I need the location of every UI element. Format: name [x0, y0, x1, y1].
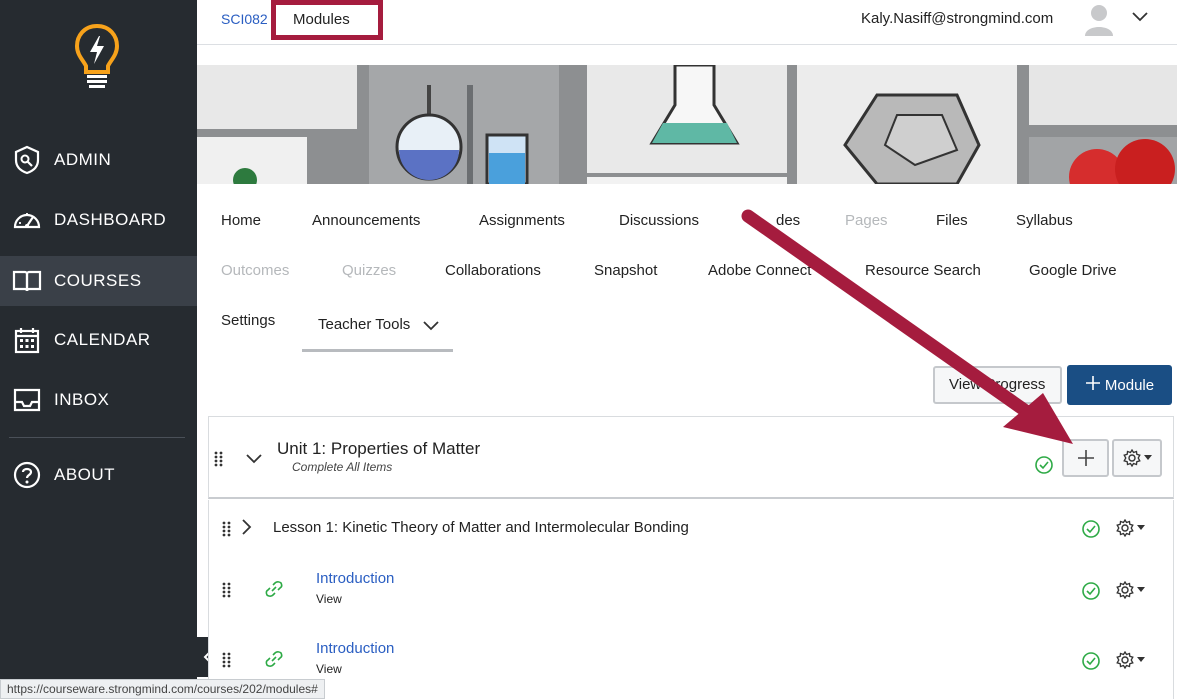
chevron-down-icon[interactable] [245, 452, 263, 470]
breadcrumb-current: Modules [293, 11, 350, 28]
inbox-icon [12, 385, 42, 415]
sidebar-divider [9, 437, 185, 438]
check-circle-icon [1081, 581, 1101, 601]
sidebar-item-label: INBOX [54, 390, 110, 409]
book-icon [12, 266, 42, 296]
breadcrumb-course-link[interactable]: SCI082 [221, 11, 268, 27]
link-icon [265, 580, 283, 603]
check-circle-icon [1081, 651, 1101, 671]
user-email[interactable]: Kaly.Nasiff@strongmind.com [861, 10, 1053, 27]
tab-files[interactable]: Files [936, 212, 968, 229]
course-banner-image [197, 65, 1177, 184]
sidebar-item-label: CALENDAR [54, 330, 151, 349]
app-root: ADMIN DASHBOARD COURSES CALENDAR INBOX A… [0, 0, 1177, 699]
lightbulb-logo-icon[interactable] [72, 22, 122, 92]
module-title[interactable]: Unit 1: Properties of Matter [277, 439, 480, 459]
breadcrumb-current-highlighted[interactable]: Modules [271, 0, 383, 40]
sidebar-item-admin[interactable]: ADMIN [0, 135, 197, 185]
sidebar-item-label: ADMIN [54, 150, 112, 169]
add-item-button[interactable] [1062, 439, 1109, 477]
sidebar-item-calendar[interactable]: CALENDAR [0, 315, 197, 365]
caret-down-icon [1137, 657, 1145, 662]
sidebar-item-about[interactable]: ABOUT [0, 450, 197, 500]
add-module-label: Module [1104, 376, 1155, 394]
sidebar-item-inbox[interactable]: INBOX [0, 375, 197, 425]
global-nav-sidebar: ADMIN DASHBOARD COURSES CALENDAR INBOX A… [0, 0, 197, 699]
tab-teacher-tools[interactable]: Teacher Tools [318, 316, 410, 333]
item-settings-menu[interactable] [1116, 517, 1150, 539]
help-icon [12, 460, 42, 490]
tab-adobe-connect[interactable]: Adobe Connect [708, 262, 811, 279]
item-requirement: View [316, 592, 342, 606]
check-circle-icon [1034, 455, 1054, 475]
drag-handle-icon[interactable] [222, 582, 232, 598]
tab-pages[interactable]: Pages [845, 212, 888, 229]
chevron-right-icon[interactable] [241, 518, 253, 541]
gear-icon [1116, 651, 1134, 669]
drag-handle-icon[interactable] [222, 521, 232, 537]
top-bar: SCI082 Modules Kaly.Nasiff@strongmind.co… [197, 0, 1177, 45]
item-title[interactable]: Lesson 1: Kinetic Theory of Matter and I… [273, 519, 689, 536]
tab-quizzes[interactable]: Quizzes [342, 262, 396, 279]
drag-handle-icon[interactable] [214, 451, 224, 467]
speedometer-icon [12, 205, 42, 235]
calendar-icon [12, 325, 42, 355]
tab-google-drive[interactable]: Google Drive [1029, 262, 1117, 279]
gear-icon [1122, 449, 1141, 467]
module-settings-button[interactable] [1112, 439, 1162, 477]
add-module-button[interactable]: Module [1067, 365, 1172, 405]
tab-resource-search[interactable]: Resource Search [865, 262, 981, 279]
caret-down-icon [1137, 525, 1145, 530]
tab-snapshot[interactable]: Snapshot [594, 262, 657, 279]
item-settings-menu[interactable] [1116, 649, 1150, 671]
item-settings-menu[interactable] [1116, 579, 1150, 601]
tab-collaborations[interactable]: Collaborations [445, 262, 541, 279]
tab-syllabus[interactable]: Syllabus [1016, 212, 1073, 229]
link-icon [265, 650, 283, 673]
tab-announcements[interactable]: Announcements [312, 212, 420, 229]
caret-down-icon [1143, 455, 1152, 460]
drag-handle-icon[interactable] [222, 652, 232, 668]
caret-down-icon [1137, 587, 1145, 592]
admin-shield-icon [12, 145, 42, 175]
check-circle-icon [1081, 519, 1101, 539]
tab-settings[interactable]: Settings [221, 312, 275, 329]
tab-grades[interactable]: des [776, 212, 800, 229]
chevron-down-icon[interactable] [1131, 10, 1149, 24]
sidebar-item-dashboard[interactable]: DASHBOARD [0, 195, 197, 245]
tab-active-underline [302, 349, 453, 352]
module-requirement: Complete All Items [292, 460, 393, 474]
view-progress-button[interactable]: View Progress [933, 366, 1062, 404]
item-requirement: View [316, 662, 342, 676]
gear-icon [1116, 581, 1134, 599]
tab-discussions[interactable]: Discussions [619, 212, 699, 229]
sidebar-item-courses[interactable]: COURSES [0, 256, 197, 306]
sidebar-item-label: COURSES [54, 271, 142, 290]
sidebar-item-label: ABOUT [54, 465, 116, 484]
plus-icon [1085, 375, 1101, 395]
avatar[interactable] [1083, 2, 1115, 36]
status-bar-url: https://courseware.strongmind.com/course… [0, 679, 325, 699]
tab-home[interactable]: Home [221, 212, 261, 229]
chevron-down-icon[interactable] [422, 319, 440, 337]
gear-icon [1116, 519, 1134, 537]
tab-outcomes[interactable]: Outcomes [221, 262, 289, 279]
plus-icon [1077, 450, 1094, 466]
tab-assignments[interactable]: Assignments [479, 212, 565, 229]
sidebar-item-label: DASHBOARD [54, 210, 167, 229]
item-link[interactable]: Introduction [316, 640, 394, 657]
item-link[interactable]: Introduction [316, 570, 394, 587]
